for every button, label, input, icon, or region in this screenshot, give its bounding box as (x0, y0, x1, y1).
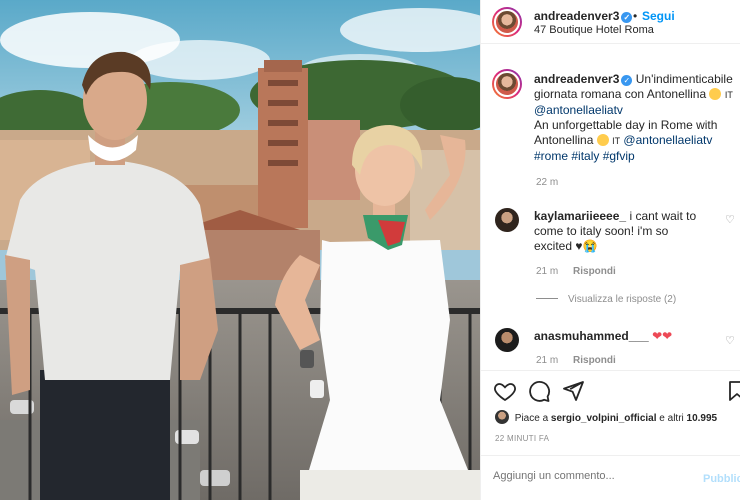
bookmark-icon[interactable] (725, 379, 740, 403)
caption-time-text: 22 m (536, 177, 559, 188)
likes-summary[interactable]: Piace a sergio_volpini_official e altri … (495, 410, 717, 424)
italy-flag-icon: IT (724, 90, 733, 100)
author-username-text[interactable]: andreadenver3 (534, 9, 619, 23)
verified-badge-icon: ✓ (621, 75, 633, 86)
author-avatar[interactable] (492, 7, 522, 37)
italy-flag-icon: IT (612, 136, 621, 146)
post-header: andreadenver3 ✓ • Segui 47 Boutique Hotel… (481, 0, 740, 44)
comment-like-heart-icon[interactable]: ♡ (725, 213, 735, 226)
action-bar (481, 370, 740, 410)
smile-emoji-icon (709, 88, 722, 100)
comment-2-username[interactable]: anasmuhammed___ (534, 329, 649, 343)
caption-time: 22 m (536, 177, 570, 188)
comment-2-text: ❤❤ (652, 329, 673, 343)
reply-divider-line (536, 298, 558, 299)
post-timestamp: 22 MINUTI FA (495, 434, 550, 443)
post-photo[interactable] (0, 0, 480, 500)
author-username[interactable]: andreadenver3 ✓ (534, 9, 633, 23)
comment-1-reply-button[interactable]: Rispondi (573, 266, 616, 277)
comment-input[interactable] (493, 470, 683, 482)
smile-emoji-icon (596, 134, 609, 146)
likes-prefix: Piace a (514, 413, 549, 424)
separator-dot: • (633, 9, 638, 23)
location-link[interactable]: 47 Boutique Hotel Roma (534, 24, 654, 36)
comment-2-reply-button[interactable]: Rispondi (573, 355, 616, 366)
liker-avatar (495, 410, 509, 424)
comment-1-time: 21 m (536, 266, 559, 277)
likes-count[interactable]: 10.995 (687, 413, 718, 424)
caption: andreadenver3 ✓ Un'indimenticabile giorna… (534, 72, 734, 164)
comment-like-heart-icon[interactable]: ♡ (725, 334, 735, 347)
comment-avatar[interactable] (495, 328, 519, 352)
likes-suffix: e altri (659, 413, 684, 424)
comment-icon[interactable] (527, 379, 551, 403)
follow-button[interactable]: Segui (642, 9, 675, 23)
publish-button[interactable]: Pubblica (703, 473, 740, 485)
add-comment-bar: Pubblica (481, 455, 740, 500)
comment-2: anasmuhammed___ ❤❤ (534, 329, 714, 344)
comment-1: kaylamariieeee_ i cant wait to come to i… (534, 209, 709, 254)
caption-mention-2[interactable]: @antonellaeliatv (623, 133, 712, 147)
comment-2-meta: 21 m Rispondi (536, 355, 628, 366)
caption-hashtags[interactable]: #rome #italy #gfvip (534, 149, 635, 163)
view-replies-button[interactable]: Visualizza le risposte (2) (536, 294, 676, 305)
rome-terrace-photo (0, 0, 480, 500)
comment-2-time: 21 m (536, 355, 559, 366)
comment-avatar[interactable] (495, 208, 519, 232)
caption-avatar[interactable] (492, 69, 522, 99)
heart-icon[interactable] (493, 379, 517, 403)
share-icon[interactable] (561, 379, 585, 403)
caption-mention-1[interactable]: @antonellaeliatv (534, 103, 623, 117)
comments-list[interactable]: andreadenver3 ✓ Un'indimenticabile giorna… (481, 45, 740, 370)
comment-1-username[interactable]: kaylamariieeee_ (534, 209, 626, 223)
comment-1-emoji: ♥😭 (575, 239, 598, 253)
comment-1-meta: 21 m Rispondi (536, 266, 628, 277)
post-side-panel: andreadenver3 ✓ • Segui 47 Boutique Hotel… (480, 0, 740, 500)
caption-username[interactable]: andreadenver3 (534, 72, 619, 86)
likes-user[interactable]: sergio_volpini_official (551, 413, 657, 424)
view-replies-text[interactable]: Visualizza le risposte (2) (568, 294, 676, 305)
verified-badge-icon: ✓ (621, 12, 633, 23)
